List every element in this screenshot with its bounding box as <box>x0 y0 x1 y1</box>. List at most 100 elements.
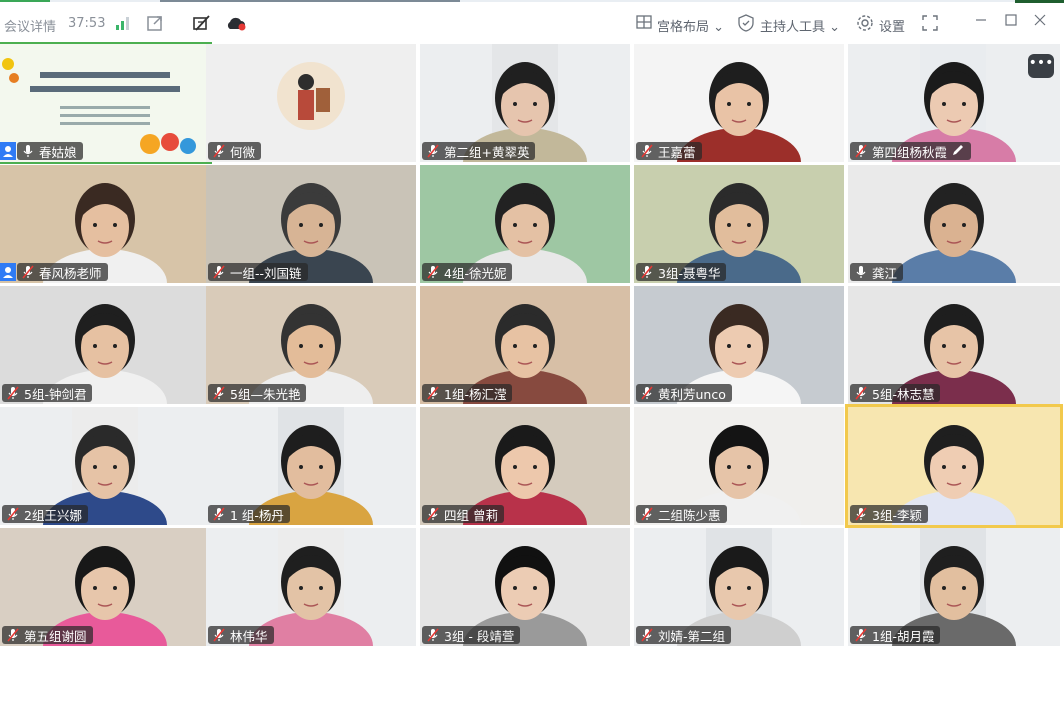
participant-nameplate: 第二组+黄翠英 <box>422 142 536 160</box>
participant-name: 1组-胡月霞 <box>872 628 935 644</box>
video-tile[interactable]: 5组—朱光艳 <box>206 286 416 404</box>
video-grid: 春姑娘 何微 第二组+黄翠英 王嘉蕾 第四组杨秋霞 春风杨老师 一组--刘国链 … <box>0 42 1064 650</box>
video-tile[interactable]: 何微 <box>206 44 416 162</box>
participant-nameplate: 第五组谢圆 <box>2 626 93 644</box>
settings-button[interactable]: 设置 <box>879 16 905 35</box>
video-tile[interactable]: 3组 - 段靖萱 <box>420 528 630 646</box>
participant-name: 2组王兴娜 <box>24 507 82 523</box>
mic-muted-icon <box>426 265 440 279</box>
video-tile[interactable]: 1组-杨汇滢 <box>420 286 630 404</box>
participant-name: 3组-聂粤华 <box>658 265 721 281</box>
mic-muted-icon <box>640 144 654 158</box>
participant-nameplate: 一组--刘国链 <box>208 263 308 281</box>
video-tile[interactable]: 第二组+黄翠英 <box>420 44 630 162</box>
participant-nameplate: 4组-徐光妮 <box>422 263 513 281</box>
top-accent-line <box>0 0 1064 3</box>
mic-muted-icon <box>6 628 20 642</box>
mic-icon <box>854 265 868 279</box>
video-tile[interactable]: 龚江 <box>848 165 1060 283</box>
participant-nameplate: 1组-杨汇滢 <box>422 384 513 402</box>
mic-muted-icon <box>21 265 35 279</box>
more-options-button[interactable]: ••• <box>1028 54 1054 78</box>
participant-name: 第四组杨秋霞 <box>872 144 948 160</box>
mic-muted-icon <box>640 628 654 642</box>
mic-muted-icon <box>426 628 440 642</box>
participant-nameplate: 第四组杨秋霞 <box>850 142 972 160</box>
video-tile[interactable]: 3组-聂粤华 <box>634 165 844 283</box>
participant-name: 3组 - 段靖萱 <box>444 628 515 644</box>
video-tile[interactable]: 黄利芳unco <box>634 286 844 404</box>
mic-muted-icon <box>640 386 654 400</box>
participant-nameplate: 龚江 <box>850 263 904 281</box>
close-icon[interactable] <box>1032 12 1050 30</box>
host-badge-icon <box>0 142 16 160</box>
bottom-blank-area <box>0 650 1064 709</box>
participant-name: 黄利芳unco <box>658 386 726 402</box>
share-out-icon[interactable] <box>146 14 164 32</box>
video-tile[interactable]: 1组-胡月霞 <box>848 528 1060 646</box>
fullscreen-icon[interactable] <box>921 14 939 32</box>
participant-nameplate: 林伟华 <box>208 626 274 644</box>
minimize-icon[interactable] <box>973 12 991 30</box>
participant-nameplate: 3组-李颖 <box>850 505 928 523</box>
grid-layout-icon[interactable] <box>636 14 654 32</box>
video-tile[interactable]: 4组-徐光妮 <box>420 165 630 283</box>
participant-name: 王嘉蕾 <box>658 144 696 160</box>
participant-nameplate: 5组-钟剑君 <box>2 384 93 402</box>
mic-muted-icon <box>854 144 868 158</box>
maximize-icon[interactable] <box>1003 12 1021 30</box>
participant-nameplate: 3组 - 段靖萱 <box>422 626 521 644</box>
mic-muted-icon <box>212 265 226 279</box>
participant-nameplate: 刘婧-第二组 <box>636 626 732 644</box>
mic-muted-icon <box>640 507 654 521</box>
video-tile[interactable]: 春姑娘 <box>0 42 212 164</box>
video-tile[interactable]: 二组陈少惠 <box>634 407 844 525</box>
video-tile[interactable]: 刘婧-第二组 <box>634 528 844 646</box>
grid-layout-label: 宫格布局 <box>657 20 710 35</box>
participant-name: 一组--刘国链 <box>230 265 302 281</box>
mic-muted-icon <box>212 144 226 158</box>
participant-name: 1组-杨汇滢 <box>444 386 507 402</box>
meeting-details-link[interactable]: 会议详情 <box>4 16 56 35</box>
participant-name: 4组-徐光妮 <box>444 265 507 281</box>
participant-name: 5组-林志慧 <box>872 386 935 402</box>
participant-name: 第五组谢圆 <box>24 628 87 644</box>
video-tile[interactable]: 1 组-杨丹 <box>206 407 416 525</box>
mic-muted-icon <box>6 507 20 521</box>
video-tile[interactable]: 3组-李颖 <box>845 404 1063 528</box>
chevron-down-icon: ⌄ <box>829 20 841 35</box>
video-tile[interactable]: 王嘉蕾 <box>634 44 844 162</box>
cloud-record-icon[interactable] <box>225 14 246 32</box>
video-tile[interactable]: 一组--刘国链 <box>206 165 416 283</box>
participant-nameplate: 二组陈少惠 <box>636 505 727 523</box>
host-tools-dropdown[interactable]: 主持人工具 ⌄ <box>760 16 840 35</box>
participant-name: 四组 曾莉 <box>444 507 498 523</box>
title-bar: 会议详情 37:53 宫格布局 ⌄ 主持人工具 ⌄ 设置 <box>0 0 1064 44</box>
video-tile[interactable]: 春风杨老师 <box>0 165 210 283</box>
video-tile[interactable]: 第五组谢圆 <box>0 528 210 646</box>
gear-icon[interactable] <box>856 14 874 32</box>
video-tile[interactable]: 5组-钟剑君 <box>0 286 210 404</box>
host-badge-icon <box>0 263 16 281</box>
shield-icon[interactable] <box>738 14 756 32</box>
participant-name: 第二组+黄翠英 <box>444 144 530 160</box>
participant-nameplate: 黄利芳unco <box>636 384 732 402</box>
mic-muted-icon <box>854 386 868 400</box>
mic-muted-icon <box>212 628 226 642</box>
participant-name: 春风杨老师 <box>39 265 102 281</box>
participant-nameplate: 1组-胡月霞 <box>850 626 941 644</box>
more-dots-icon: ••• <box>1028 55 1054 71</box>
video-tile[interactable]: 2组王兴娜 <box>0 407 210 525</box>
mic-muted-icon <box>212 386 226 400</box>
video-tile[interactable]: 林伟华 <box>206 528 416 646</box>
participant-name: 5组—朱光艳 <box>230 386 301 402</box>
signal-strength-icon[interactable] <box>114 14 132 32</box>
participant-nameplate: 5组-林志慧 <box>850 384 941 402</box>
chevron-down-icon: ⌄ <box>713 20 725 35</box>
video-tile[interactable]: 5组-林志慧 <box>848 286 1060 404</box>
muted-all-icon[interactable] <box>192 14 210 32</box>
participant-name: 1 组-杨丹 <box>230 507 284 523</box>
grid-layout-dropdown[interactable]: 宫格布局 ⌄ <box>657 16 724 35</box>
mic-muted-icon <box>640 265 654 279</box>
video-tile[interactable]: 四组 曾莉 <box>420 407 630 525</box>
